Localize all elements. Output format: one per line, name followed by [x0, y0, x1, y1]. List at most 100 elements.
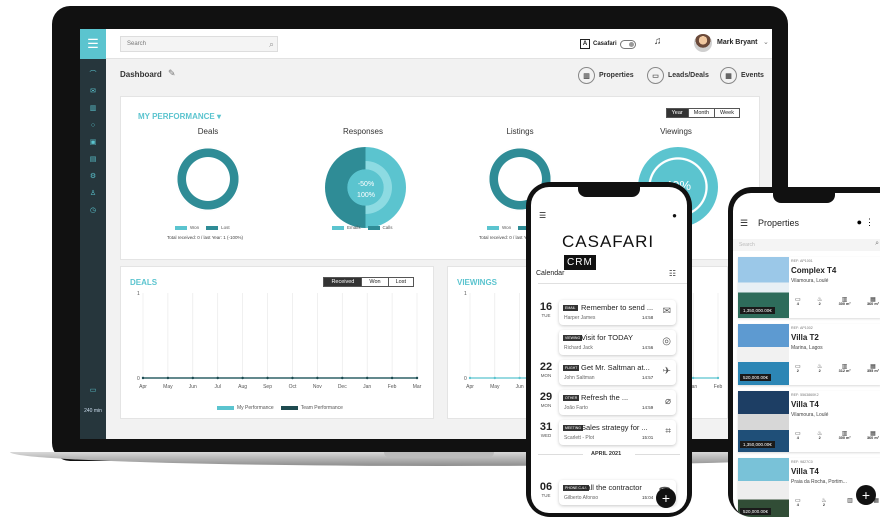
- calendar-event[interactable]: 29 MON OTHER Refresh the ... João Farto 14:5…: [536, 390, 681, 416]
- chart-x-tick: Feb: [388, 384, 397, 390]
- chart-point: [291, 376, 294, 380]
- chart-x-tick: May: [490, 384, 500, 390]
- deals-chart-card: DEALS Received Won Lost Apr May Jun Jul Aug S…: [120, 266, 434, 419]
- gear-icon[interactable]: ⚙: [88, 172, 98, 182]
- properties-title: Properties: [758, 218, 800, 228]
- range-year[interactable]: Year: [666, 109, 688, 117]
- dashboard-icon[interactable]: ⌒: [88, 70, 98, 80]
- deals-metric-title: Deals: [197, 127, 219, 136]
- chart-point: [216, 376, 219, 380]
- clip-icon: ⌀: [664, 396, 671, 407]
- event-card[interactable]: VIEWING Visit for TODAY Richard Jack 14:56 ◎: [559, 330, 676, 355]
- add-event-button[interactable]: +: [656, 488, 676, 508]
- properties-action[interactable]: ▥ Properties: [578, 67, 634, 84]
- bell-icon[interactable]: ♫: [654, 36, 662, 47]
- page-title: Dashboard: [120, 70, 162, 79]
- filter-icon[interactable]: ☷: [669, 269, 676, 278]
- search-input[interactable]: Search ⌕: [120, 36, 278, 52]
- card-icon: ▭: [647, 67, 664, 84]
- chart-x-tick: Sep: [263, 384, 272, 390]
- event-card[interactable]: MEETING Sales strategy for ... Scarlett - …: [559, 420, 676, 445]
- chart-point: [141, 376, 145, 380]
- event-date: 29 MON: [539, 391, 553, 408]
- chart-point: [415, 376, 419, 380]
- chart-y-tick: 1: [137, 291, 140, 297]
- range-month[interactable]: Month: [687, 109, 715, 117]
- search-icon[interactable]: ⌕: [269, 39, 274, 50]
- chart-x-tick: Feb: [714, 384, 723, 390]
- compass-icon: ◎: [662, 336, 671, 347]
- building-icon: ▥: [578, 67, 595, 84]
- area-icon: ▥: [847, 498, 853, 504]
- toggle-switch[interactable]: [619, 39, 636, 49]
- briefcase-icon[interactable]: ▣: [88, 138, 98, 148]
- chart-point: [341, 376, 344, 380]
- chart-point: [468, 376, 472, 380]
- user-name[interactable]: Mark Bryant: [717, 39, 757, 46]
- property-card[interactable]: 520,000.00€ REF: AP1002 Villa T2 Marina, L…: [738, 324, 880, 385]
- calendar-event[interactable]: 16 TUE EMAIL Remember to send ... Harper Ja…: [536, 300, 681, 326]
- mail-icon[interactable]: ✉: [88, 87, 98, 97]
- calendar-event[interactable]: 22 MON FLIGHT Get Mr. Saltman at... John Sa…: [536, 360, 681, 386]
- hamburger-icon: ☰: [87, 36, 99, 51]
- avatar[interactable]: [694, 34, 712, 52]
- chart-point: [518, 376, 521, 380]
- viewings-metric-title: Viewings: [660, 127, 692, 136]
- performance-title[interactable]: MY PERFORMANCE ▾: [138, 112, 221, 121]
- property-card[interactable]: 1,350,000.00€ REF: 5563860K2 Villa T4 Vila…: [738, 391, 880, 452]
- event-date: 22 MON: [539, 361, 553, 378]
- chevron-down-icon[interactable]: ⌄: [763, 38, 769, 46]
- calendar-icon: ▦: [720, 67, 737, 84]
- event-card[interactable]: FLIGHT Get Mr. Saltman at... John Saltman 1…: [559, 360, 676, 385]
- property-stats: ▭ 4 ♨ 2 ▥ 300 m² ▦ 360 m²: [795, 297, 879, 306]
- responses-top-value: -50%: [357, 181, 375, 188]
- globe-icon[interactable]: ●: [857, 217, 862, 227]
- building-icon[interactable]: ▥: [88, 104, 98, 114]
- calendar-event[interactable]: 31 WED MEETING Sales strategy for ... Scarl…: [536, 420, 681, 446]
- menu-icon[interactable]: ☰: [539, 211, 546, 220]
- menu-button[interactable]: ☰: [80, 29, 106, 59]
- search-icon[interactable]: ⌕: [875, 240, 879, 248]
- chart-point: [316, 376, 319, 380]
- casafari-toggle[interactable]: A Casafari: [580, 37, 638, 51]
- chat-icon[interactable]: ▭: [88, 386, 98, 396]
- deals-legend: Won Lost: [175, 225, 230, 230]
- calendar-event[interactable]: VIEWING Visit for TODAY Richard Jack 14:56 ◎: [536, 330, 681, 356]
- property-image: 1,350,000.00€: [738, 257, 789, 318]
- chart-y-tick: 0: [137, 376, 140, 382]
- menu-icon[interactable]: ☰: [740, 218, 748, 229]
- more-icon[interactable]: ⋮: [865, 217, 874, 228]
- chart-point: [191, 376, 195, 380]
- property-card[interactable]: 1,350,000.00€ REF: AP1001 Complex T4 Vilam…: [738, 257, 880, 318]
- events-action[interactable]: ▦ Events: [720, 67, 764, 84]
- team-icon[interactable]: ♙: [88, 189, 98, 199]
- chart-x-tick: Mar: [413, 384, 422, 390]
- calendar-phone: ☰ ● CASAFARICRM Calendar ☷ 16 TUE EMAIL Re…: [526, 182, 692, 517]
- calendar-divider: [538, 283, 687, 284]
- event-card[interactable]: EMAIL Remember to send ... Harper James 14:…: [559, 300, 676, 325]
- clock-icon[interactable]: ◷: [88, 206, 98, 216]
- chart-x-tick: May: [163, 384, 173, 390]
- add-property-button[interactable]: +: [856, 485, 876, 505]
- chart-x-tick: Apr: [139, 384, 147, 390]
- property-stats: ▭ 2 ♨ 2 ▥ 312 m² ▦ 355 m²: [795, 364, 879, 373]
- laptop-notch: [384, 452, 494, 458]
- event-card[interactable]: OTHER Refresh the ... João Farto 14:59 ⌀: [559, 390, 676, 415]
- range-week[interactable]: Week: [714, 109, 739, 117]
- chart-x-tick: Aug: [238, 384, 247, 390]
- meeting-icon: ⌗: [665, 426, 671, 437]
- chart-x-tick: Jun: [516, 384, 524, 390]
- monitor-icon[interactable]: ▤: [88, 155, 98, 165]
- user-icon[interactable]: ○: [88, 121, 98, 131]
- casafari-logo-icon: A: [580, 39, 590, 49]
- leads-deals-action[interactable]: ▭ Leads/Deals: [647, 67, 709, 84]
- properties-search-input[interactable]: Search ⌕: [733, 239, 880, 251]
- chart-y-tick: 1: [464, 291, 467, 297]
- bell-icon[interactable]: ●: [672, 211, 677, 220]
- property-image: 520,000.00€: [738, 458, 789, 517]
- listings-metric-title: Listings: [506, 127, 534, 136]
- edit-icon[interactable]: ✎: [168, 68, 176, 79]
- properties-screen: ☰ Properties ● ⋮ Search ⌕ 1,350,000.00€ R…: [733, 193, 880, 517]
- mail-icon: ✉: [662, 306, 671, 317]
- chart-point: [390, 376, 394, 380]
